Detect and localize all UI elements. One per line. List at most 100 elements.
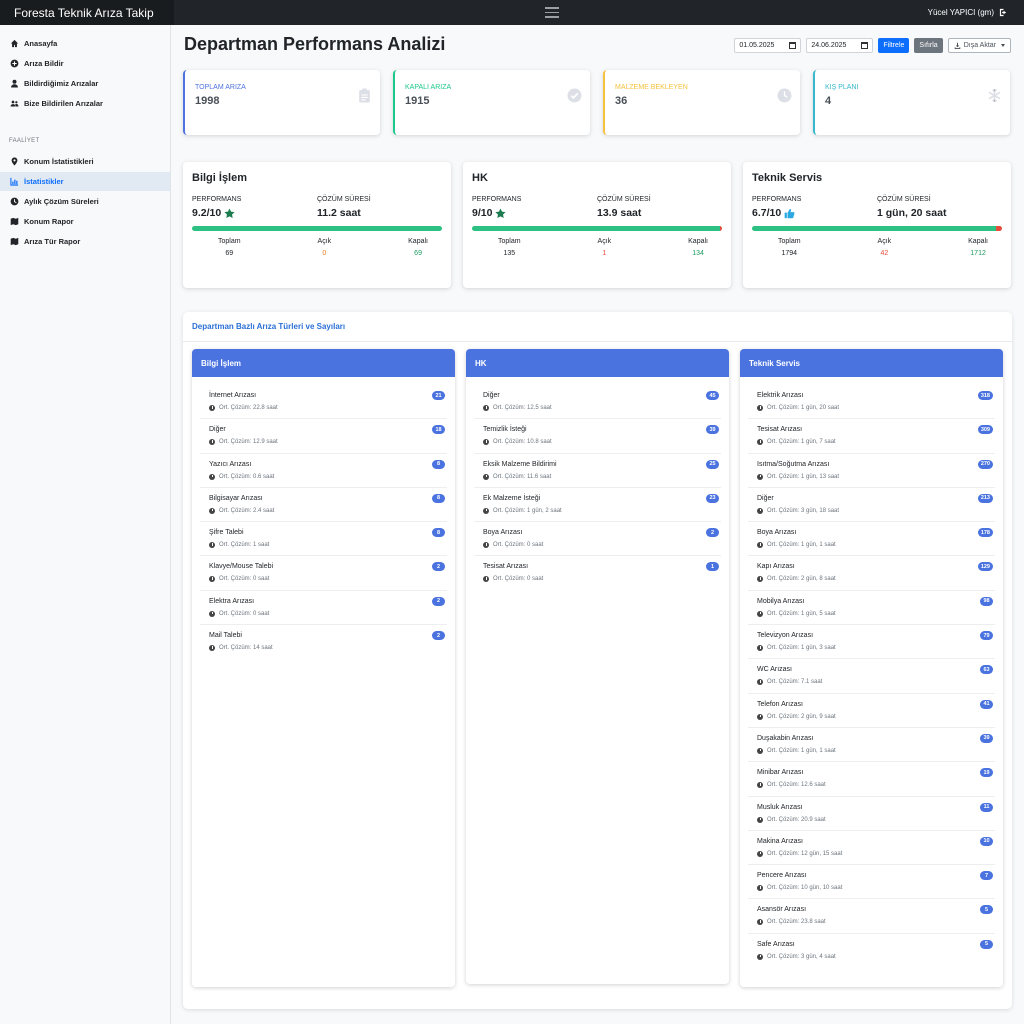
clock-icon [10,197,19,206]
average-resolution-time: Ort. Çözüm: 14 saat [219,645,273,652]
fault-type-row: Mail Talebi Ort. Çözüm: 14 saat 2 [200,625,447,659]
closed-label: Kapalı [688,238,708,245]
fault-type-name: Isıtma/Soğutma Arızası [757,460,830,468]
fault-type-name: Tesisat Arızası [757,426,803,434]
department-name: HK [472,172,488,184]
fault-type-name: Eksik Malzeme Bildirimi [483,460,557,468]
performance-value: 9/10 [472,207,493,219]
clock-icon [757,576,763,583]
user-menu[interactable]: Yücel YAPICI (gm) [928,8,1008,17]
sidebar-item-konum-istatistikleri[interactable]: Konum İstatistikleri [0,152,170,171]
clock-icon [757,542,763,549]
sidebar-item-label: Konum Rapor [24,217,74,226]
plus-circle-icon [10,59,19,68]
average-resolution-time: Ort. Çözüm: 20.9 saat [767,816,826,823]
clock-icon [757,473,763,480]
count-badge: 8 [432,528,445,538]
stat-card-winter-plan: KIŞ PLANI 4 [813,70,1010,135]
performance-value: 6.7/10 [752,207,782,219]
closed-progress [192,226,442,231]
filter-button[interactable]: Filtrele [878,38,910,53]
department-name: Teknik Servis [752,172,823,184]
resolution-time-label: ÇÖZÜM SÜRESİ [317,196,371,203]
fault-type-name: Tesisat Arızası [483,563,529,571]
closed-label: Kapalı [408,238,428,245]
sidebar-item-aylik-cozum[interactable]: Aylık Çözüm Süreleri [0,192,170,211]
stat-value: 1998 [195,95,220,107]
clock-icon [757,919,763,926]
count-badge: 270 [977,459,993,469]
sidebar-item-bize-bildirilen[interactable]: Bize Bildirilen Arızalar [0,94,170,113]
sidebar-item-bildirdigimiz[interactable]: Bildirdiğimiz Arızalar [0,74,170,93]
clock-icon [757,405,763,411]
average-resolution-time: Ort. Çözüm: 10 gün, 10 saat [767,885,843,892]
map-icon [10,237,19,246]
stat-label: KAPALI ARIZA [405,84,452,91]
reset-button[interactable]: Sıfırla [914,38,943,53]
performance-value: 9.2/10 [192,207,222,219]
count-badge: 2 [432,562,445,572]
clock-icon [209,439,215,446]
sidebar-item-anasayfa[interactable]: Anasayfa [0,34,170,53]
average-resolution-time: Ort. Çözüm: 23.8 saat [767,919,826,926]
sidebar-item-ariza-tur-rapor[interactable]: Arıza Tür Rapor [0,232,170,251]
clock-icon [757,713,763,720]
sidebar-item-istatistikler[interactable]: İstatistikler [0,172,170,191]
average-resolution-time: Ort. Çözüm: 2.4 saat [219,507,275,514]
sidebar-item-ariza-bildir[interactable]: Arıza Bildir [0,54,170,73]
count-badge: 5 [980,939,993,949]
fault-type-name: Temizlik İsteği [483,426,527,434]
calendar-icon[interactable] [789,42,797,49]
clock-icon [209,473,215,480]
end-date-input[interactable]: 24.06.2025 [806,38,874,53]
fault-type-row: Boya Arızası Ort. Çözüm: 1 gün, 1 saat 178 [748,522,995,557]
app-title[interactable]: Foresta Teknik Arıza Takip [0,0,174,25]
average-resolution-time: Ort. Çözüm: 1 gün, 1 saat [767,747,836,754]
department-name: Bilgi İşlem [192,172,248,184]
average-resolution-time: Ort. Çözüm: 7.1 saat [767,679,823,686]
users-icon [10,100,19,107]
stat-card-total: TOPLAM ARIZA 1998 [183,70,380,135]
chart-icon [10,177,19,186]
closed-progress [752,226,996,231]
count-badge: 39 [706,425,719,435]
average-resolution-time: Ort. Çözüm: 10.8 saat [493,439,552,446]
export-dropdown-button[interactable]: Dışa Aktar [947,38,1011,53]
average-resolution-time: Ort. Çözüm: 0 saat [219,576,270,583]
fault-type-row: Isıtma/Soğutma Arızası Ort. Çözüm: 1 gün,… [748,454,995,488]
count-badge: 2 [432,596,445,606]
sidebar-item-label: Arıza Bildir [24,59,64,68]
fault-type-row: Temizlik İsteği Ort. Çözüm: 10.8 saat 39 [474,419,721,454]
sidebar-item-label: Konum İstatistikleri [24,157,94,166]
clock-icon [209,542,215,549]
clock-icon [483,439,489,446]
fault-type-row: WC Arızası Ort. Çözüm: 7.1 saat 63 [748,659,995,694]
calendar-icon[interactable] [861,42,869,49]
count-badge: 2 [432,631,445,641]
menu-toggle-icon[interactable] [545,7,559,18]
stat-label: MALZEME BEKLEYEN [615,84,688,91]
fault-type-name: Asansör Arızası [757,906,807,914]
column-header: Teknik Servis [740,349,1003,377]
logout-icon[interactable] [999,8,1008,17]
start-date-input[interactable]: 01.05.2025 [734,38,802,53]
fault-type-name: Diğer [757,494,774,502]
fault-type-row: Şifre Talebi Ort. Çözüm: 1 saat 8 [200,522,447,557]
stat-label: TOPLAM ARIZA [195,84,246,91]
fault-type-name: Televizyon Arızası [757,632,814,640]
average-resolution-time: Ort. Çözüm: 1 gün, 5 saat [767,610,836,617]
fault-type-row: Yazıcı Arızası Ort. Çözüm: 0.6 saat 8 [200,454,447,488]
sidebar-item-label: İstatistikler [24,177,64,186]
fault-column-teknik-servis: Teknik Servis Elektrik Arızası Ort. Çözüm… [740,349,1003,987]
sidebar-section-heading: FAALİYET [9,138,40,144]
count-badge: 1 [706,562,719,572]
user-name[interactable]: Yücel YAPICI (gm) [928,8,994,17]
fault-type-row: Elektra Arızası Ort. Çözüm: 0 saat 2 [200,591,447,626]
clock-icon [483,473,489,480]
fault-type-row: Eksik Malzeme Bildirimi Ort. Çözüm: 11.6 … [474,454,721,488]
sidebar-item-konum-rapor[interactable]: Konum Rapor [0,212,170,231]
stat-value: 1915 [405,95,430,107]
closed-progress [472,226,721,231]
closed-label: Kapalı [968,238,988,245]
average-resolution-time: Ort. Çözüm: 3 gün, 4 saat [767,953,836,960]
